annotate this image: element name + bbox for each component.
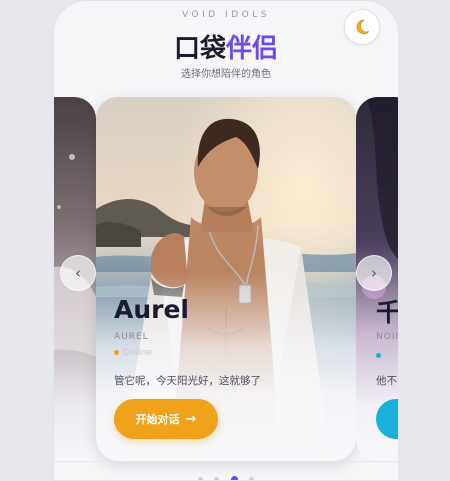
moon-icon: [356, 19, 370, 35]
carousel-prev-button[interactable]: ‹: [60, 255, 96, 291]
next-status-label: 在: [385, 351, 395, 361]
pagination-dot-1[interactable]: [198, 477, 204, 480]
next-character-quote: 他不: [376, 375, 397, 387]
next-status-dot: [376, 353, 381, 358]
status-label: Online: [123, 348, 153, 358]
next-character-name-en: NOIR: [376, 332, 398, 342]
chevron-right-icon: ›: [371, 264, 377, 282]
header: VOID IDOLS 口袋伴侣 选择你想陪伴的角色: [54, 1, 398, 96]
chevron-left-icon: ‹: [75, 264, 81, 282]
title-part-1: 口袋: [173, 34, 226, 64]
next-character-status: 在: [376, 348, 394, 361]
pagination-dot-4[interactable]: [248, 477, 254, 480]
carousel-pagination: [54, 469, 398, 480]
next-start-chat-label: 开: [398, 411, 399, 427]
character-name: Aurel: [114, 295, 189, 324]
app-frame: VOID IDOLS 口袋伴侣 选择你想陪伴的角色 Aurel AUREL On…: [53, 0, 399, 481]
divider: [54, 461, 398, 462]
next-character-name: 千: [376, 298, 399, 327]
character-name-en: AUREL: [114, 332, 149, 342]
start-chat-label: 开始对话: [135, 413, 180, 426]
character-card-aurel[interactable]: Aurel AUREL Online 管它呢，今天阳光好，这就够了 开始对话 →: [96, 97, 356, 461]
character-quote: 管它呢，今天阳光好，这就够了: [114, 375, 261, 387]
theme-toggle-button[interactable]: [344, 9, 380, 45]
carousel-next-button[interactable]: ›: [356, 255, 392, 291]
arrow-right-icon: →: [185, 411, 197, 427]
status-dot: [114, 350, 119, 355]
title-part-2: 伴侣: [226, 34, 279, 64]
pagination-dot-2[interactable]: [214, 477, 220, 480]
page-subtitle: 选择你想陪伴的角色: [181, 69, 271, 80]
character-status: Online: [114, 348, 152, 358]
start-chat-button[interactable]: 开始对话 →: [114, 399, 218, 439]
